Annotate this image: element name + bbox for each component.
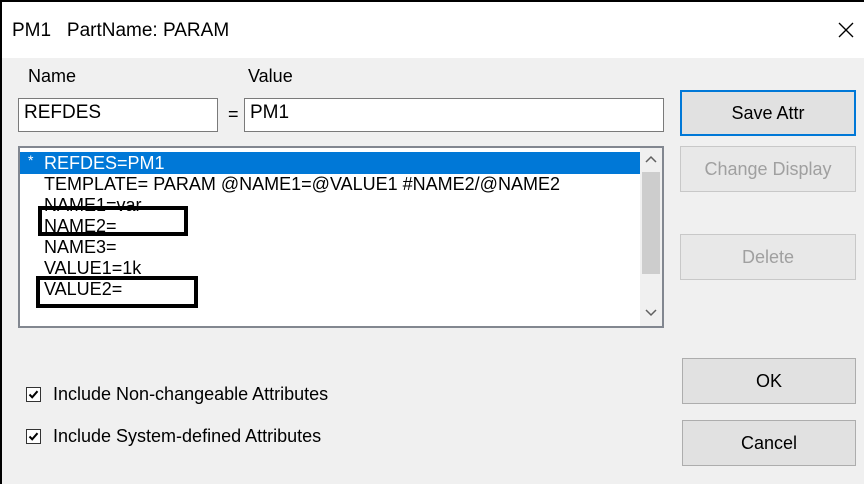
list-item[interactable]: * REFDES=PM1 <box>20 152 640 174</box>
list-item[interactable]: NAME1=var <box>20 194 640 216</box>
window-title: PM1 PartName: PARAM <box>12 20 230 41</box>
save-attr-button[interactable]: Save Attr <box>680 90 856 136</box>
list-item[interactable]: VALUE2= <box>20 278 640 300</box>
list-item-text: TEMPLATE= PARAM @NAME1=@VALUE1 #NAME2/@N… <box>44 174 560 194</box>
name-field[interactable]: REFDES <box>18 98 218 132</box>
include-non-changeable-checkbox[interactable] <box>26 386 41 402</box>
close-button[interactable] <box>830 14 862 46</box>
name-label: Name <box>28 66 77 86</box>
list-item-text: NAME3= <box>44 237 117 257</box>
equals-sign: = <box>228 104 239 124</box>
checkmark-icon <box>28 432 39 441</box>
chevron-up-icon <box>645 155 657 163</box>
ok-button[interactable]: OK <box>682 358 856 404</box>
vertical-scrollbar[interactable] <box>640 148 662 326</box>
close-icon <box>838 22 854 38</box>
include-system-defined-option[interactable]: Include System-defined Attributes <box>26 424 321 448</box>
list-item[interactable]: NAME2= <box>20 215 640 237</box>
value-label: Value <box>248 66 293 86</box>
list-item[interactable]: VALUE1=1k <box>20 257 640 279</box>
scroll-down-button[interactable] <box>640 302 662 324</box>
include-system-defined-label: Include System-defined Attributes <box>53 425 322 446</box>
attribute-list[interactable]: * REFDES=PM1 TEMPLATE= PARAM @NAME1=@VAL… <box>18 146 664 328</box>
scroll-up-button[interactable] <box>640 148 662 170</box>
value-field[interactable]: PM1 <box>244 98 664 132</box>
list-item-text: VALUE2= <box>44 279 123 299</box>
list-item[interactable]: TEMPLATE= PARAM @NAME1=@VALUE1 #NAME2/@N… <box>20 173 640 195</box>
checkmark-icon <box>28 390 39 399</box>
list-item-text: REFDES=PM1 <box>44 153 165 173</box>
include-non-changeable-label: Include Non-changeable Attributes <box>53 383 329 404</box>
include-system-defined-checkbox[interactable] <box>26 428 41 444</box>
list-item-text: NAME1=var <box>44 195 142 215</box>
change-display-button[interactable]: Change Display <box>680 146 856 192</box>
list-item-text: NAME2= <box>44 216 117 236</box>
delete-button[interactable]: Delete <box>680 234 856 280</box>
list-item-marker: * <box>28 152 34 168</box>
list-item-text: VALUE1=1k <box>44 258 142 278</box>
include-non-changeable-option[interactable]: Include Non-changeable Attributes <box>26 382 328 406</box>
dialog-body: Name Value REFDES = PM1 * REFDES=PM1 TEM… <box>2 58 864 484</box>
list-item[interactable]: NAME3= <box>20 236 640 258</box>
title-bar: PM1 PartName: PARAM <box>2 2 864 58</box>
scroll-thumb[interactable] <box>642 172 660 274</box>
cancel-button[interactable]: Cancel <box>682 420 856 466</box>
chevron-down-icon <box>645 309 657 317</box>
